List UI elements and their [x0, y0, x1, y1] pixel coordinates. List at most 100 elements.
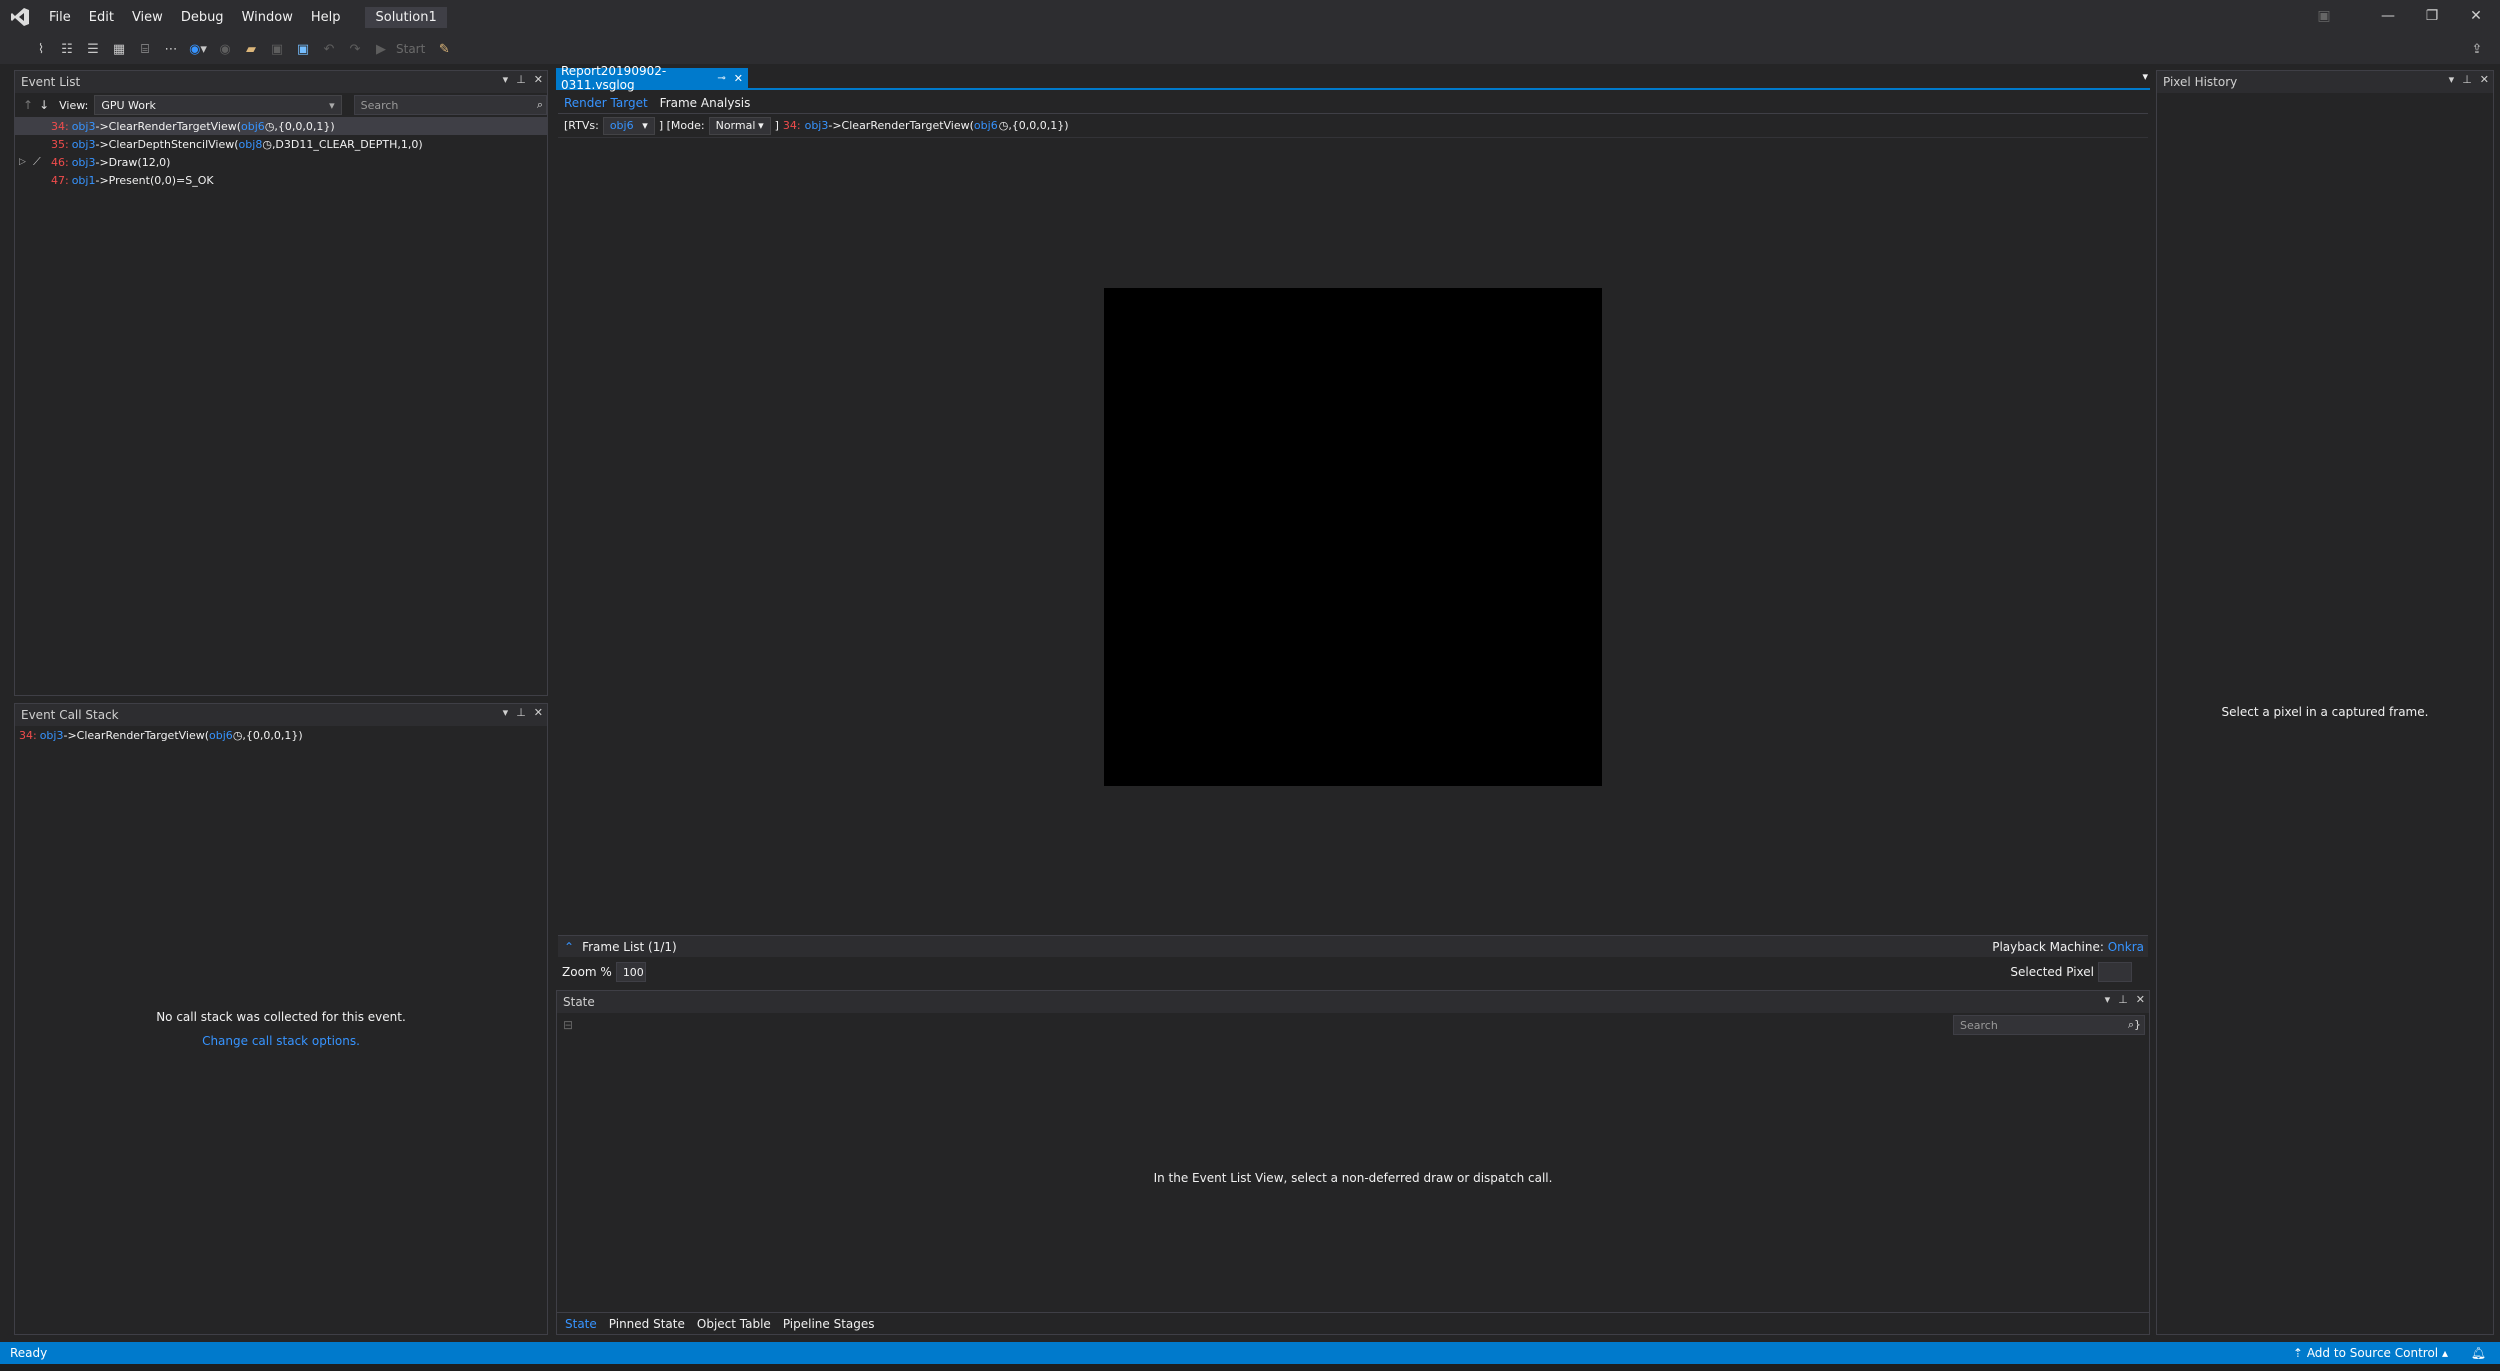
event-list-title: Event List	[15, 71, 547, 93]
toolbar-list-icon[interactable]: ☰	[83, 39, 103, 59]
toolbar-pipeline-icon[interactable]: ☷	[57, 39, 77, 59]
graphics-document: Render Target Frame Analysis [RTVs: obj6…	[558, 92, 2148, 930]
save-all-icon[interactable]: ▣	[293, 39, 313, 59]
menu-file[interactable]: File	[40, 0, 80, 34]
add-to-source-control[interactable]: ⇡ Add to Source Control ▴	[2293, 1346, 2448, 1360]
tab-render-target[interactable]: Render Target	[558, 92, 654, 114]
close-icon[interactable]: ✕	[534, 73, 543, 86]
state-title: State	[557, 991, 2149, 1013]
close-tab-icon[interactable]: ✕	[734, 72, 743, 85]
chevron-down-icon: ▾	[329, 98, 335, 112]
menu-view[interactable]: View	[123, 0, 172, 34]
solution-name: Solution1	[365, 6, 447, 28]
change-call-stack-options-link[interactable]: Change call stack options.	[15, 1034, 547, 1048]
close-icon[interactable]: ✕	[2136, 993, 2145, 1006]
event-row[interactable]: ▷ ⟋ 46: obj3 ->Draw(12,0)	[15, 153, 547, 171]
event-row[interactable]: 34: obj3 ->ClearRenderTargetView(obj6 ◷ ,{0,…	[15, 117, 547, 135]
chevron-up-icon[interactable]: ⌃	[564, 940, 574, 954]
feedback-icon[interactable]: ▣	[2314, 6, 2334, 26]
menu-window[interactable]: Window	[233, 0, 302, 34]
playback-machine-link[interactable]: Onkra	[2108, 940, 2144, 954]
event-arguments: ,D3D11_CLEAR_DEPTH,1,0)	[271, 137, 423, 151]
event-search-input[interactable]: Search ⌕	[353, 95, 547, 115]
menu-debug[interactable]: Debug	[172, 0, 233, 34]
call-stack-entry[interactable]: 34: obj3 ->ClearRenderTargetView( obj6 ◷…	[15, 726, 547, 744]
event-number: 46:	[51, 155, 69, 169]
frame-list-toggle[interactable]: Frame List (1/1)	[582, 940, 677, 954]
pin-icon[interactable]: ⊥	[516, 73, 526, 86]
tab-frame-analysis[interactable]: Frame Analysis	[654, 92, 757, 114]
start-icon[interactable]: ▶	[371, 39, 391, 59]
collapse-all-icon[interactable]: ⊟	[563, 1018, 573, 1032]
close-icon[interactable]: ✕	[534, 706, 543, 719]
expand-arrow-icon[interactable]: ▷	[19, 157, 33, 167]
panel-dropdown-icon[interactable]: ▾	[2449, 73, 2455, 86]
event-number: 34:	[51, 119, 69, 133]
event-list: 34: obj3 ->ClearRenderTargetView(obj6 ◷ ,{0,…	[15, 117, 547, 189]
toolbar-table-icon[interactable]: ▦	[109, 39, 129, 59]
document-tab[interactable]: Report20190902-0311.vsglog ⊸ ✕	[556, 64, 748, 92]
no-call-stack-message: No call stack was collected for this eve…	[156, 1010, 406, 1024]
pixel-history-message: Select a pixel in a captured frame.	[2221, 705, 2429, 719]
toolbar-more-icon[interactable]: ⋯	[161, 39, 181, 59]
minimize-button[interactable]: —	[2378, 6, 2398, 26]
event-object: obj3	[71, 155, 96, 169]
clock-icon: ◷	[232, 728, 243, 742]
view-dropdown[interactable]: GPU Work ▾	[94, 95, 342, 115]
panel-dropdown-icon[interactable]: ▾	[503, 706, 509, 719]
tab-state[interactable]: State	[559, 1313, 603, 1335]
event-row[interactable]: 47: obj1 ->Present(0,0)=S_OK	[15, 171, 547, 189]
event-call: ->Present(0,0)=S_OK	[95, 173, 214, 187]
tab-object-table[interactable]: Object Table	[691, 1313, 777, 1335]
attach-icon[interactable]: ✎	[434, 39, 454, 59]
toolbar-history-icon[interactable]: ⌸	[135, 39, 155, 59]
toolbar: ⌇ ☷ ☰ ▦ ⌸ ⋯ ◉ ▾ ◉ ▰ ▣ ▣ ↶ ↷ ▶ Start ✎ ⇪	[0, 34, 2500, 64]
pin-icon[interactable]: ⊥	[2462, 73, 2472, 86]
panel-dropdown-icon[interactable]: ▾	[2105, 993, 2111, 1006]
search-icon[interactable]: ⌕}	[2128, 1018, 2141, 1032]
pixel-history-title: Pixel History	[2157, 71, 2493, 93]
panel-dropdown-icon[interactable]: ▾	[503, 73, 509, 86]
restore-button[interactable]: ❐	[2422, 6, 2442, 26]
pixel-history-panel: Pixel History ▾ ⊥ ✕ Select a pixel in a …	[2156, 70, 2494, 1335]
tab-overflow-icon[interactable]: ▾	[2142, 70, 2148, 83]
event-list-panel: Event List ▾ ⊥ ✕ ↑ ↓ View: GPU Work ▾ Sea…	[14, 70, 548, 696]
start-label[interactable]: Start	[396, 42, 425, 56]
render-target-info-bar: [RTVs: obj6 ▾ ] [Mode: Normal ▾ ] 34: obj3…	[558, 114, 2148, 138]
close-icon[interactable]: ✕	[2480, 73, 2489, 86]
live-share-icon[interactable]: ⇪	[2467, 39, 2487, 59]
navigate-forward-icon[interactable]: ◉	[215, 39, 235, 59]
pin-icon[interactable]: ⊥	[516, 706, 526, 719]
event-row[interactable]: 35: obj3 ->ClearDepthStencilView(obj8 ◷ ,D3D…	[15, 135, 547, 153]
mode-dropdown[interactable]: Normal ▾	[708, 116, 771, 135]
notifications-icon[interactable]: 🔔︎	[2471, 1346, 2486, 1360]
tab-pinned-state[interactable]: Pinned State	[603, 1313, 691, 1335]
toolbar-graphics-icon[interactable]: ⌇	[31, 39, 51, 59]
render-target-image[interactable]	[1104, 288, 1602, 786]
undo-icon[interactable]: ↶	[319, 39, 339, 59]
open-folder-icon[interactable]: ▰	[241, 39, 261, 59]
clock-icon: ◷	[998, 119, 1009, 132]
menu-bar: File Edit View Debug Window Help Solutio…	[0, 0, 2500, 34]
frame-list-bar: ⌃ Frame List (1/1) Playback Machine: Onk…	[558, 935, 2148, 957]
menu-help[interactable]: Help	[302, 0, 350, 34]
zoom-label: Zoom %	[562, 965, 612, 979]
navigate-back-icon[interactable]: ◉ ▾	[187, 39, 209, 59]
state-empty-message: In the Event List View, select a non-def…	[1153, 1171, 1553, 1185]
move-up-icon[interactable]: ↑	[23, 98, 33, 112]
rtv-dropdown[interactable]: obj6 ▾	[602, 116, 655, 135]
taskbar-strip	[0, 1364, 2500, 1371]
state-panel: State ▾ ⊥ ✕ ⊟ Search ⌕} In the Event Lis…	[556, 990, 2150, 1335]
search-icon[interactable]: ⌕	[537, 98, 543, 112]
save-icon[interactable]: ▣	[267, 39, 287, 59]
menu-edit[interactable]: Edit	[80, 0, 123, 34]
state-search-input[interactable]: Search ⌕}	[1953, 1015, 2145, 1035]
pin-icon[interactable]: ⊥	[2118, 993, 2128, 1006]
move-down-icon[interactable]: ↓	[39, 98, 49, 112]
zoom-input[interactable]: 100	[615, 962, 646, 982]
tab-pipeline-stages[interactable]: Pipeline Stages	[777, 1313, 881, 1335]
redo-icon[interactable]: ↷	[345, 39, 365, 59]
close-window-button[interactable]: ✕	[2466, 6, 2486, 26]
selected-pixel-label: Selected Pixel	[2010, 965, 2094, 979]
pin-icon[interactable]: ⊸	[717, 73, 725, 84]
